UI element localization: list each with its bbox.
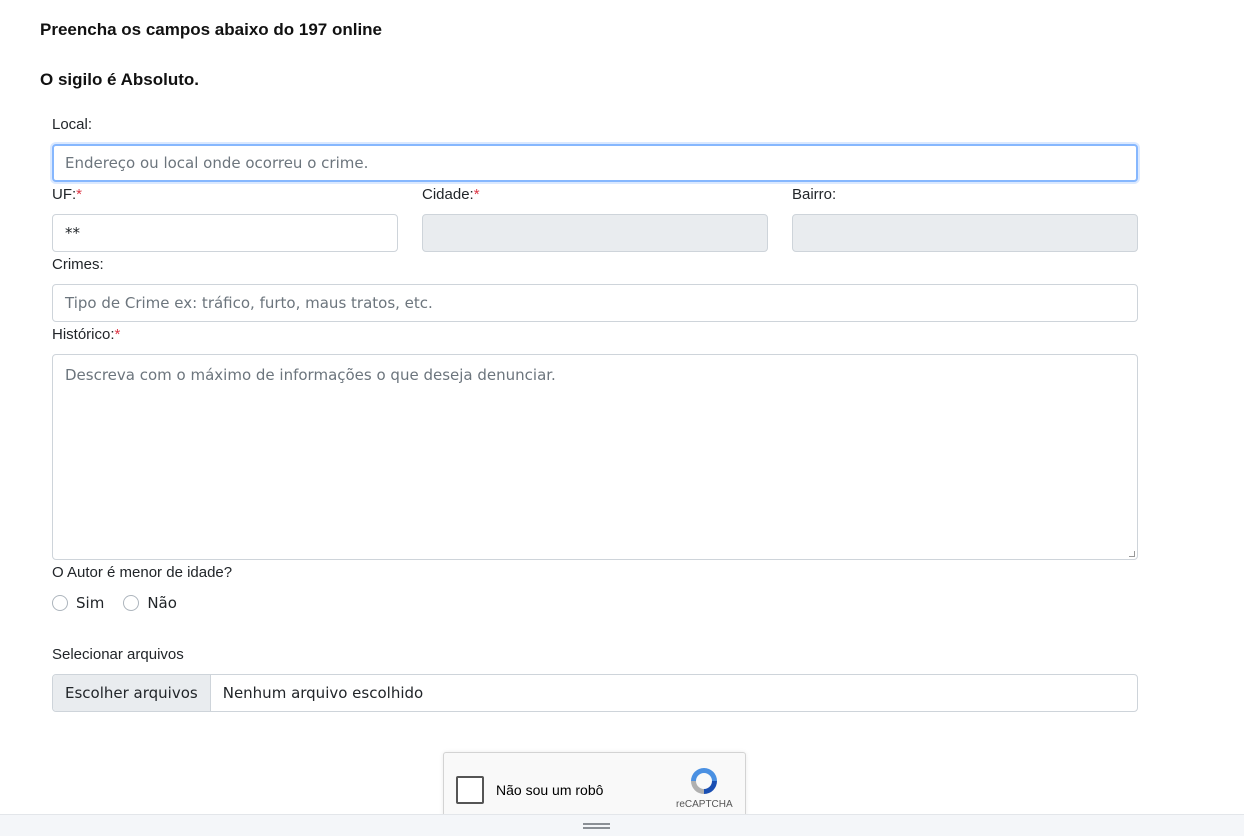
file-status: Nenhum arquivo escolhido (222, 684, 424, 702)
radio-nao-label[interactable]: Não (147, 594, 177, 612)
required-mark: * (473, 186, 480, 203)
uf-value: ** (65, 224, 80, 242)
cidade-select[interactable] (422, 214, 768, 252)
files-label: Selecionar arquivos (52, 646, 184, 663)
recaptcha-label: Não sou um robô (496, 782, 604, 798)
crimes-placeholder: Tipo de Crime ex: tráfico, furto, maus t… (65, 294, 433, 312)
recaptcha-icon (688, 765, 720, 802)
historico-placeholder: Descreva com o máximo de informações o q… (65, 366, 556, 384)
recaptcha-brand: reCAPTCHA (676, 799, 733, 810)
radio-sim-label[interactable]: Sim (76, 594, 104, 612)
bairro-label: Bairro: (792, 186, 837, 203)
recaptcha-checkbox[interactable] (456, 776, 484, 804)
radio-sim[interactable] (52, 595, 68, 611)
required-mark: * (114, 326, 121, 343)
drag-handle-icon[interactable] (583, 823, 610, 829)
uf-select[interactable]: ** (52, 214, 398, 252)
local-input[interactable]: Endereço ou local onde ocorreu o crime. (52, 144, 1138, 182)
local-label: Local: (52, 116, 93, 133)
page-subtitle: O sigilo é Absoluto. (40, 70, 199, 89)
resize-handle[interactable] (1129, 551, 1135, 557)
historico-textarea[interactable]: Descreva com o máximo de informações o q… (52, 354, 1138, 560)
uf-label: UF:* (52, 186, 83, 203)
choose-files-button[interactable]: Escolher arquivos (53, 675, 211, 711)
menor-radio-group: Sim Não (52, 594, 196, 612)
historico-label: Histórico:* (52, 326, 121, 343)
local-placeholder: Endereço ou local onde ocorreu o crime. (65, 154, 369, 172)
recaptcha-widget: Não sou um robô reCAPTCHA (443, 752, 746, 822)
file-input[interactable]: Escolher arquivos Nenhum arquivo escolhi… (52, 674, 1138, 712)
menor-question: O Autor é menor de idade? (52, 564, 233, 581)
page-title: Preencha os campos abaixo do 197 online (40, 20, 383, 39)
cidade-label: Cidade:* (422, 186, 480, 203)
crimes-input[interactable]: Tipo de Crime ex: tráfico, furto, maus t… (52, 284, 1138, 322)
crimes-label: Crimes: (52, 256, 104, 273)
required-mark: * (76, 186, 83, 203)
radio-nao[interactable] (123, 595, 140, 611)
bairro-select[interactable] (792, 214, 1138, 252)
bottom-drag-bar (0, 814, 1244, 836)
